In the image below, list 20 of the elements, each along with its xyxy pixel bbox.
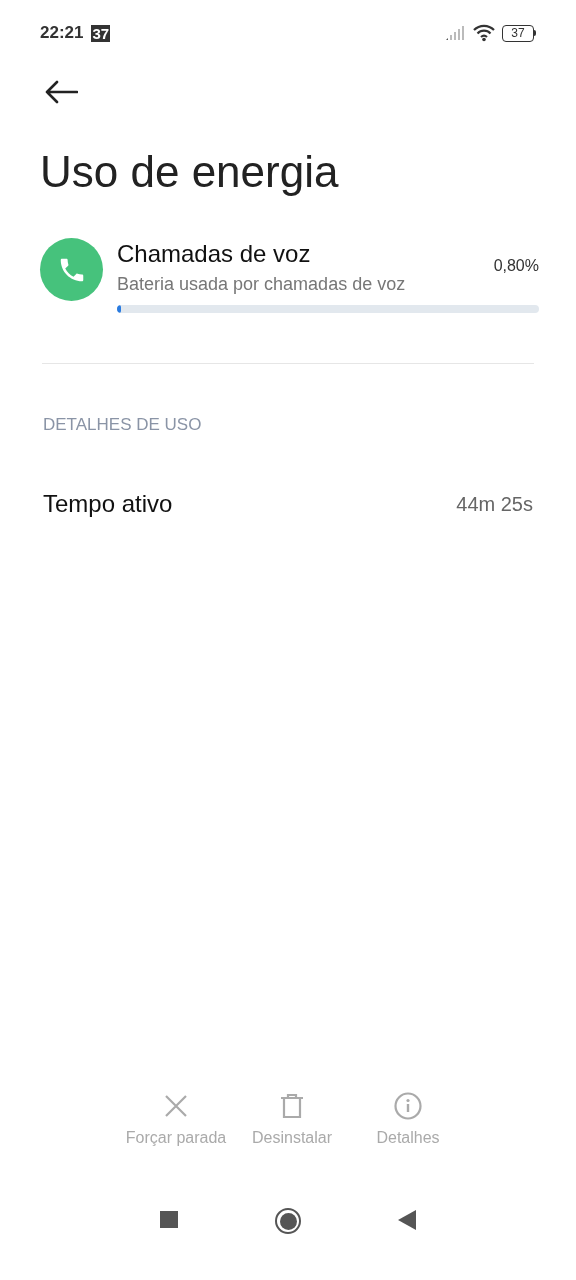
info-icon — [394, 1092, 422, 1120]
calendar-icon: 37 — [91, 24, 111, 42]
app-name: Chamadas de voz — [117, 239, 312, 269]
trash-icon — [278, 1092, 306, 1120]
page-title: Uso de energia — [40, 146, 339, 198]
action-button[interactable]: Desinstalar — [240, 1092, 344, 1150]
action-button[interactable]: Detalhes — [356, 1092, 460, 1150]
detail-value: 44m 25s — [456, 491, 533, 517]
status-time: 22:21 — [40, 22, 84, 45]
section-header: DETALHES DE USO — [43, 415, 202, 434]
app-subtitle: Bateria usada por chamadas de voz — [117, 273, 406, 296]
back-icon[interactable] — [44, 80, 78, 104]
signal-icon — [444, 25, 466, 41]
action-button[interactable]: Forçar parada — [124, 1092, 228, 1150]
wifi-icon — [472, 24, 496, 42]
back-button[interactable] — [398, 1210, 416, 1230]
battery-icon: 37 — [502, 24, 536, 42]
usage-percent: 0,80% — [493, 256, 539, 276]
home-button[interactable] — [275, 1208, 301, 1234]
detail-label: Tempo ativo — [43, 488, 173, 519]
